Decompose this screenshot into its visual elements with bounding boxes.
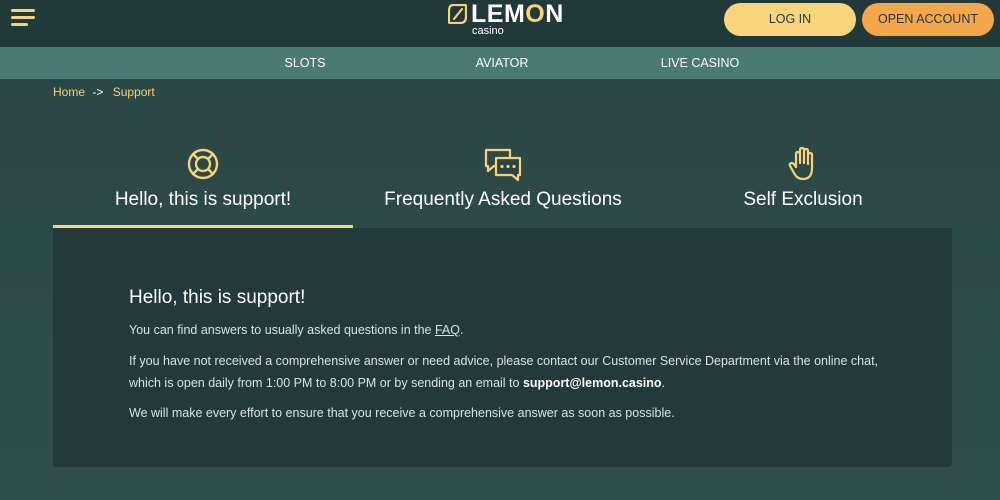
menu-icon[interactable] [11,7,35,29]
lemon-casino-logo[interactable]: LEMON casino [448,0,564,39]
breadcrumb-separator: -> [92,85,104,99]
tab-self-exclusion[interactable]: Self Exclusion [653,140,953,228]
tab-label: Self Exclusion [743,189,863,210]
top-header: LEMON casino LOG IN OPEN ACCOUNT [0,0,1000,47]
nav-item-slots[interactable]: SLOTS [265,47,345,79]
logo-subtitle: casino [472,25,504,37]
nav-item-aviator[interactable]: AVIATOR [462,47,542,79]
login-button[interactable]: LOG IN [724,3,856,36]
commitment-paragraph: We will make every effort to ensure that… [129,406,675,420]
support-email[interactable]: support@lemon.casino [523,376,662,390]
chat-bubbles-icon [484,148,522,182]
hand-stop-icon [788,146,814,181]
nav-item-live-casino[interactable]: LIVE CASINO [650,47,750,79]
faq-paragraph: You can find answers to usually asked qu… [129,323,464,337]
support-content-panel: Hello, this is support! You can find ans… [53,228,952,467]
content-title: Hello, this is support! [129,287,306,308]
breadcrumb-home[interactable]: Home [53,85,85,99]
breadcrumb: Home -> Support [53,85,155,101]
tab-label: Frequently Asked Questions [384,189,622,210]
lemon-leaf-icon [448,4,467,24]
lifebuoy-icon [187,148,219,180]
tab-label: Hello, this is support! [114,189,292,210]
main-nav: SLOTS AVIATOR LIVE CASINO [0,47,1000,79]
contact-paragraph: If you have not received a comprehensive… [129,354,879,390]
open-account-button[interactable]: OPEN ACCOUNT [862,3,994,36]
breadcrumb-current: Support [112,85,155,99]
faq-link[interactable]: FAQ [435,323,460,337]
logo-wordmark: LEMON [471,0,564,28]
tab-support[interactable]: Hello, this is support! [53,140,353,228]
tab-faq[interactable]: Frequently Asked Questions [353,140,653,228]
